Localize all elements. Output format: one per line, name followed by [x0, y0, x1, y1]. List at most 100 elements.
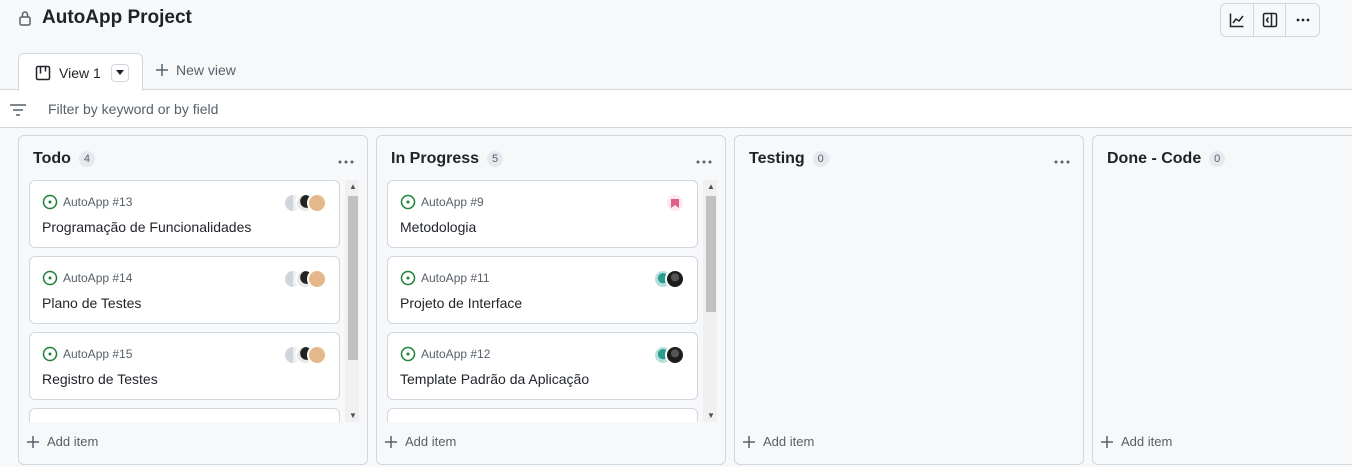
column-menu-button[interactable] [1053, 152, 1071, 170]
card-ref: AutoApp #13 [63, 195, 133, 209]
plus-icon [385, 435, 397, 448]
column-count: 0 [812, 151, 829, 167]
card-meta: AutoApp #11 [400, 270, 490, 286]
assignees [653, 269, 685, 289]
more-icon [1296, 18, 1310, 22]
issue-open-icon [42, 346, 58, 362]
card-title: Template Padrão da Aplicação [400, 371, 590, 387]
filter-input[interactable]: Filter by keyword or by field [48, 101, 218, 117]
column-count: 4 [78, 151, 95, 167]
plus-icon [743, 435, 755, 448]
issue-open-icon [400, 270, 416, 286]
plus-icon [1101, 435, 1113, 448]
assignees [653, 345, 685, 365]
column-header: In Progress 5 [391, 150, 504, 168]
chart-icon [1229, 13, 1244, 28]
card-item[interactable]: AutoApp #11 Projeto de Interface [387, 256, 698, 324]
page-title: AutoApp Project [42, 7, 192, 28]
card-meta: AutoApp #12 [400, 346, 490, 362]
scroll-up-icon[interactable]: ▲ [706, 182, 716, 191]
card-ref: AutoApp #11 [421, 271, 490, 285]
issue-open-icon [42, 194, 58, 210]
card-item-partial[interactable] [387, 408, 698, 422]
scroll-thumb[interactable] [348, 196, 358, 360]
filter-bar: Filter by keyword or by field [0, 89, 1352, 128]
card-item[interactable]: AutoApp #12 Template Padrão da Aplicação [387, 332, 698, 400]
add-item-button[interactable]: Add item [743, 434, 814, 449]
view-options-dropdown[interactable] [110, 63, 129, 82]
column-todo: Todo 4 AutoApp #13 Programação de Funcio… [18, 135, 368, 465]
insights-button[interactable] [1221, 4, 1254, 36]
sidebar-panel-icon [1262, 12, 1277, 28]
column-menu-button[interactable] [337, 152, 355, 170]
column-header: Todo 4 [33, 150, 95, 168]
card-item[interactable]: AutoApp #13 Programação de Funcionalidad… [29, 180, 340, 248]
card-title: Registro de Testes [42, 371, 158, 387]
avatar[interactable] [307, 269, 327, 289]
avatar-glyph-icon [671, 198, 679, 208]
avatar[interactable] [665, 345, 685, 365]
add-item-button[interactable]: Add item [27, 434, 98, 449]
column-title: Testing [749, 150, 805, 167]
card-ref: AutoApp #15 [63, 347, 133, 361]
avatar[interactable] [307, 193, 327, 213]
avatar[interactable] [665, 269, 685, 289]
card-item[interactable]: AutoApp #15 Registro de Testes [29, 332, 340, 400]
column-in-progress: In Progress 5 AutoApp #9 Metodologia Aut… [376, 135, 726, 465]
tab-label: View 1 [59, 64, 101, 81]
issue-open-icon [42, 270, 58, 286]
card-meta: AutoApp #14 [42, 270, 132, 286]
project-header: AutoApp Project View 1 New view [0, 0, 1352, 91]
caret-down-icon [115, 69, 124, 75]
lock-icon [18, 10, 32, 26]
assignees [283, 345, 327, 365]
tab-view-1[interactable]: View 1 [18, 53, 143, 91]
more-icon [1054, 160, 1070, 164]
column-title: In Progress [391, 150, 480, 167]
scroll-up-icon[interactable]: ▲ [348, 182, 358, 191]
avatar[interactable] [307, 345, 327, 365]
card-ref: AutoApp #9 [421, 195, 484, 209]
card-ref: AutoApp #14 [63, 271, 133, 285]
more-options-button[interactable] [1286, 4, 1319, 36]
new-view-button[interactable]: New view [156, 62, 236, 78]
assignees [283, 193, 327, 213]
column-header: Testing 0 [749, 150, 829, 168]
card-title: Metodologia [400, 219, 477, 235]
add-item-button[interactable]: Add item [1101, 434, 1172, 449]
column-title: Done - Code [1107, 150, 1202, 167]
filter-icon[interactable] [10, 103, 26, 121]
column-done-code: Done - Code 0 Add item [1092, 135, 1352, 465]
add-item-label: Add item [1121, 434, 1173, 449]
scroll-down-icon[interactable]: ▼ [348, 411, 358, 420]
issue-open-icon [400, 346, 416, 362]
scrollbar[interactable]: ▲ ▼ [345, 180, 359, 422]
card-ref: AutoApp #12 [421, 347, 491, 361]
column-menu-button[interactable] [695, 152, 713, 170]
add-item-label: Add item [47, 434, 99, 449]
more-icon [696, 160, 712, 164]
add-item-label: Add item [763, 434, 815, 449]
card-title: Plano de Testes [42, 295, 142, 311]
column-count: 5 [487, 151, 504, 167]
add-item-label: Add item [405, 434, 457, 449]
assignees [283, 269, 327, 289]
new-view-label: New view [176, 62, 236, 78]
card-item[interactable]: AutoApp #9 Metodologia [387, 180, 698, 248]
card-title: Programação de Funcionalidades [42, 219, 252, 235]
issue-open-icon [400, 194, 416, 210]
scroll-thumb[interactable] [706, 196, 716, 312]
avatar[interactable] [665, 193, 685, 213]
assignees [665, 193, 685, 213]
cards-list: AutoApp #9 Metodologia AutoApp #11 Proje… [387, 180, 699, 422]
toggle-panel-button[interactable] [1254, 4, 1287, 36]
card-meta: AutoApp #15 [42, 346, 132, 362]
add-item-button[interactable]: Add item [385, 434, 456, 449]
column-count: 0 [1209, 151, 1226, 167]
card-item-partial[interactable] [29, 408, 340, 422]
scroll-down-icon[interactable]: ▼ [706, 411, 716, 420]
column-header: Done - Code 0 [1107, 150, 1226, 168]
card-item[interactable]: AutoApp #14 Plano de Testes [29, 256, 340, 324]
scrollbar[interactable]: ▲ ▼ [703, 180, 717, 422]
more-icon [338, 160, 354, 164]
